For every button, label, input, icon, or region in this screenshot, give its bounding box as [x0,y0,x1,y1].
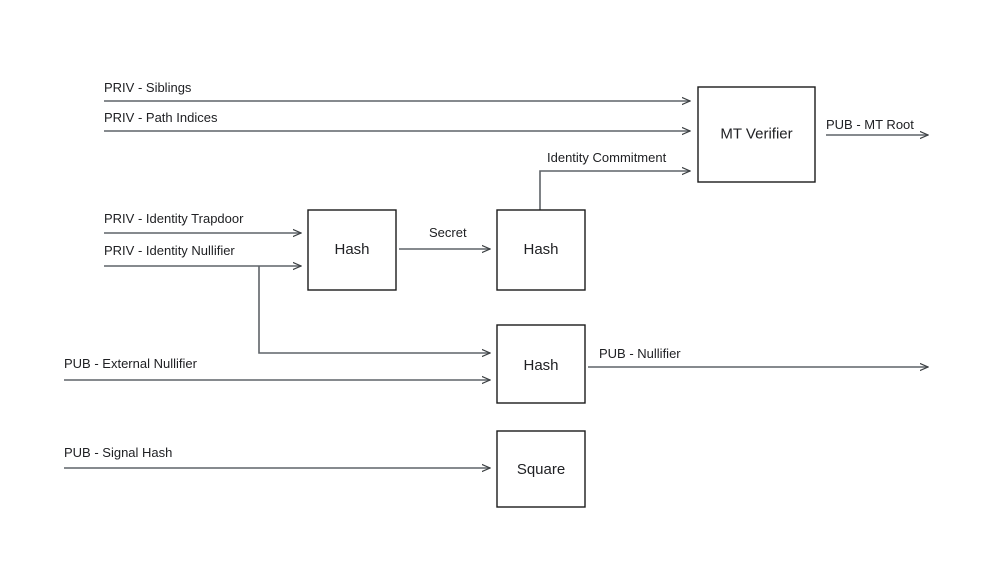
node-square-signal-label: Square [517,461,565,478]
flow-diagram: MT Verifier Hash Hash Hash Square PRIV -… [64,80,999,508]
label-secret: Secret [429,225,467,240]
node-hash-nullifier-label: Hash [523,357,558,374]
edge-identity-commitment [539,171,690,210]
node-mt-verifier[interactable]: MT Verifier [697,86,816,183]
label-identity-commitment: Identity Commitment [547,150,667,165]
diagram-canvas: MT Verifier Hash Hash Hash Square PRIV -… [0,0,999,579]
label-priv-siblings: PRIV - Siblings [104,80,192,95]
label-pub-nullifier: PUB - Nullifier [599,346,681,361]
label-priv-identity-trapdoor: PRIV - Identity Trapdoor [104,211,244,226]
node-mt-verifier-label: MT Verifier [720,125,792,142]
label-pub-external-nullifier: PUB - External Nullifier [64,356,198,371]
node-square-signal[interactable]: Square [496,430,586,508]
node-hash-nullifier[interactable]: Hash [496,324,586,404]
label-priv-path-indices: PRIV - Path Indices [104,110,218,125]
label-priv-identity-nullifier: PRIV - Identity Nullifier [104,243,235,258]
node-hash-identity[interactable]: Hash [307,209,397,291]
node-hash-commitment[interactable]: Hash [496,209,586,291]
label-pub-mt-root: PUB - MT Root [826,117,914,132]
label-pub-signal-hash: PUB - Signal Hash [64,445,172,460]
node-hash-commitment-label: Hash [523,241,558,258]
node-hash-identity-label: Hash [334,241,369,258]
